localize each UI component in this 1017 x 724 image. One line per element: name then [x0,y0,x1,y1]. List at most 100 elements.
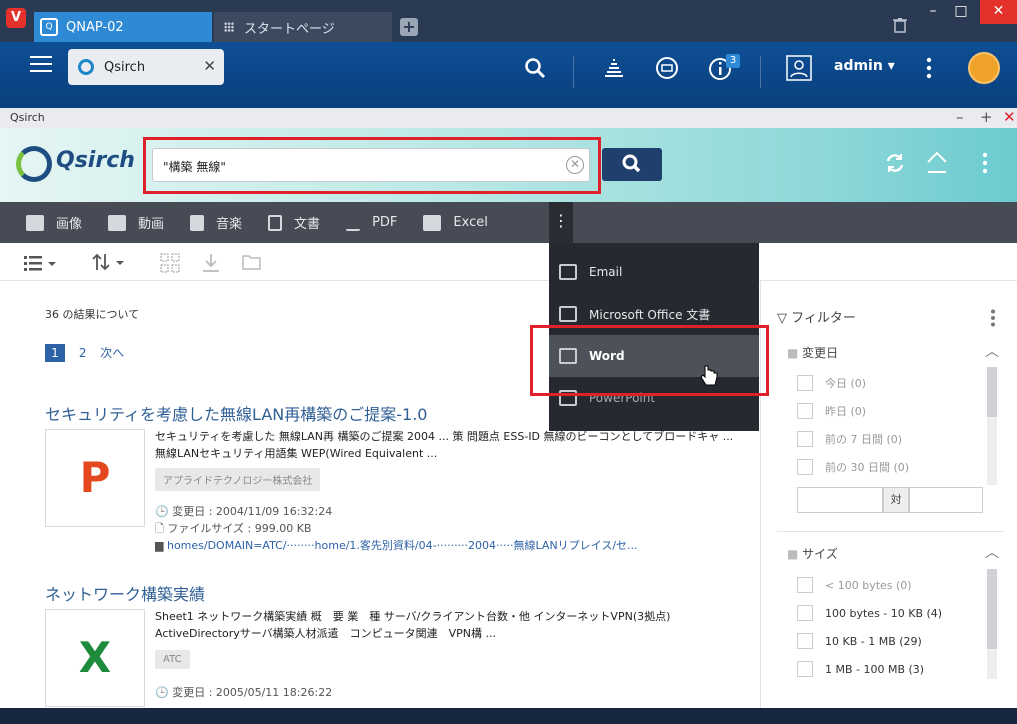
checkbox[interactable] [797,459,813,475]
new-tab-button[interactable]: + [400,18,418,36]
user-menu[interactable]: admin ▾ [834,58,895,74]
author-tag[interactable]: アプライドテクノロジー株式会社 [155,468,321,491]
select-all-icon[interactable] [160,253,180,273]
window-maximize-button[interactable]: + [980,108,993,126]
result-snippet: Sheet1 ネットワーク構築実績 概 要 業 種 サーバ/クライアント台数・他… [155,610,671,623]
filter-option[interactable]: < 100 bytes (0) [797,577,912,593]
app-tab-qsirch[interactable]: Qsirch ✕ [68,49,224,85]
more-categories-button[interactable]: ⋮ [549,202,573,243]
close-app-tab-icon[interactable]: ✕ [203,57,216,75]
pagination: 1 2 次へ [45,344,124,362]
qnap-tab-icon: Q [40,18,58,36]
filter-option[interactable]: 昨日 (0) [797,403,866,419]
powerpoint-thumbnail[interactable]: P [45,429,145,527]
trash-icon[interactable] [892,17,908,33]
page-1-button[interactable]: 1 [45,344,65,362]
filter-option[interactable]: 前の 7 日間 (0) [797,431,902,447]
category-video[interactable]: 動画 [108,213,164,232]
modified-date: 🕒 変更日 : 2005/05/11 18:26:22 [155,686,333,699]
file-size-text: ファイルサイズ : 999.00 KB [167,522,312,535]
result-title[interactable]: セキュリティを考慮した無線LAN再構築のご提案-1.0 [45,401,427,425]
divider [573,56,574,88]
checkbox[interactable] [797,633,813,649]
option-label: 前の 7 日間 (0) [825,433,903,446]
result-snippet: ActiveDirectoryサーバ構築人材派遣 コンピュータ関連 VPN構 .… [155,627,496,640]
option-label: 今日 (0) [825,377,867,390]
vivaldi-logo-icon[interactable]: V [6,8,26,28]
window-minimize-button[interactable]: – [918,0,948,24]
date-from-input[interactable] [797,487,883,513]
divider [777,531,1003,532]
scrollbar-thumb[interactable] [987,569,997,649]
author-tag[interactable]: ATC [155,650,190,669]
collapse-icon[interactable]: ︿ [985,341,999,361]
filter-options-icon[interactable] [990,309,996,327]
category-pdf[interactable]: PDF [346,215,397,231]
filter-panel: ▽ フィルター ■ 変更日 ︿ 今日 (0) 昨日 (0) 前の 7 日間 (0… [760,281,1017,708]
scrollbar-thumb[interactable] [987,367,997,417]
file-path: ▆ homes/DOMAIN=ATC/········home/1.客先別資料/… [155,539,638,552]
more-options-icon[interactable] [982,152,988,174]
qsirch-window: Qsirch – + ✕ Qsirch "構築 無線" ✕ 画像 動画 音楽 文… [0,108,1017,708]
office-icon [559,306,577,322]
sort-icon[interactable] [92,253,126,271]
search-icon [622,154,641,173]
checkbox[interactable] [797,375,813,391]
filter-option[interactable]: 10 KB - 1 MB (29) [797,633,922,649]
user-avatar-icon[interactable] [786,55,812,81]
page-2-link[interactable]: 2 [79,346,87,360]
refresh-icon[interactable] [884,152,906,174]
filter-option[interactable]: 今日 (0) [797,375,866,391]
category-excel[interactable]: Excel [423,214,488,231]
filter-option[interactable]: 前の 30 日間 (0) [797,459,909,475]
window-maximize-button[interactable]: □ [946,0,976,24]
window-close-button[interactable]: ✕ [1003,108,1016,126]
next-page-link[interactable]: 次へ [100,346,124,360]
browser-tab-label: スタートページ [244,21,335,37]
search-button[interactable] [602,148,662,181]
option-label: 昨日 (0) [825,405,867,418]
download-icon[interactable] [202,253,220,273]
category-image[interactable]: 画像 [26,213,82,232]
envelope-icon [559,264,577,280]
open-folder-icon[interactable] [242,254,262,270]
checkbox[interactable] [797,605,813,621]
checkbox[interactable] [797,403,813,419]
window-minimize-button[interactable]: – [956,108,964,126]
window-close-button[interactable]: ✕ [980,0,1017,24]
result-title[interactable]: ネットワーク構築実績 [45,581,205,605]
modified-date-text: 変更日 : 2005/05/11 18:26:22 [172,686,333,699]
section-label: 変更日 [802,346,839,360]
sync-icon[interactable] [654,55,680,81]
film-icon [108,214,127,231]
more-options-icon[interactable] [926,57,932,79]
browser-tab-start-page[interactable]: スタートページ [214,12,392,42]
filter-option[interactable]: 100 bytes - 10 KB (4) [797,605,942,621]
background-tasks-icon[interactable] [602,56,626,80]
section-label: サイズ [802,547,838,561]
checkbox[interactable] [797,577,813,593]
collapse-icon[interactable]: ︿ [985,542,999,562]
date-to-input[interactable] [909,487,983,513]
home-icon[interactable] [926,150,948,174]
section-modified-date[interactable]: ■ 変更日 [787,344,838,361]
main-menu-icon[interactable] [30,56,52,74]
file-size: 🗋 ファイルサイズ : 999.00 KB [155,522,312,535]
list-view-icon[interactable] [24,255,58,271]
dashboard-gauge-icon[interactable] [968,52,1000,84]
menu-item-email[interactable]: Email [549,251,759,293]
category-label: PDF [372,215,398,230]
result-toolbar [0,243,1017,281]
scrollbar-track [987,367,997,485]
search-icon[interactable] [524,57,546,79]
browser-tab-qnap[interactable]: Q QNAP-02 [34,12,212,42]
category-music[interactable]: 音楽 [190,213,242,232]
checkbox[interactable] [797,661,813,677]
category-documents[interactable]: 文書 [268,213,320,232]
file-path-link[interactable]: homes/DOMAIN=ATC/········home/1.客先別資料/04… [167,539,638,552]
range-separator: 対 [883,487,909,513]
section-size[interactable]: ■ サイズ [787,545,838,562]
excel-thumbnail[interactable]: X [45,609,145,707]
filter-option[interactable]: 1 MB - 100 MB (3) [797,661,924,677]
checkbox[interactable] [797,431,813,447]
